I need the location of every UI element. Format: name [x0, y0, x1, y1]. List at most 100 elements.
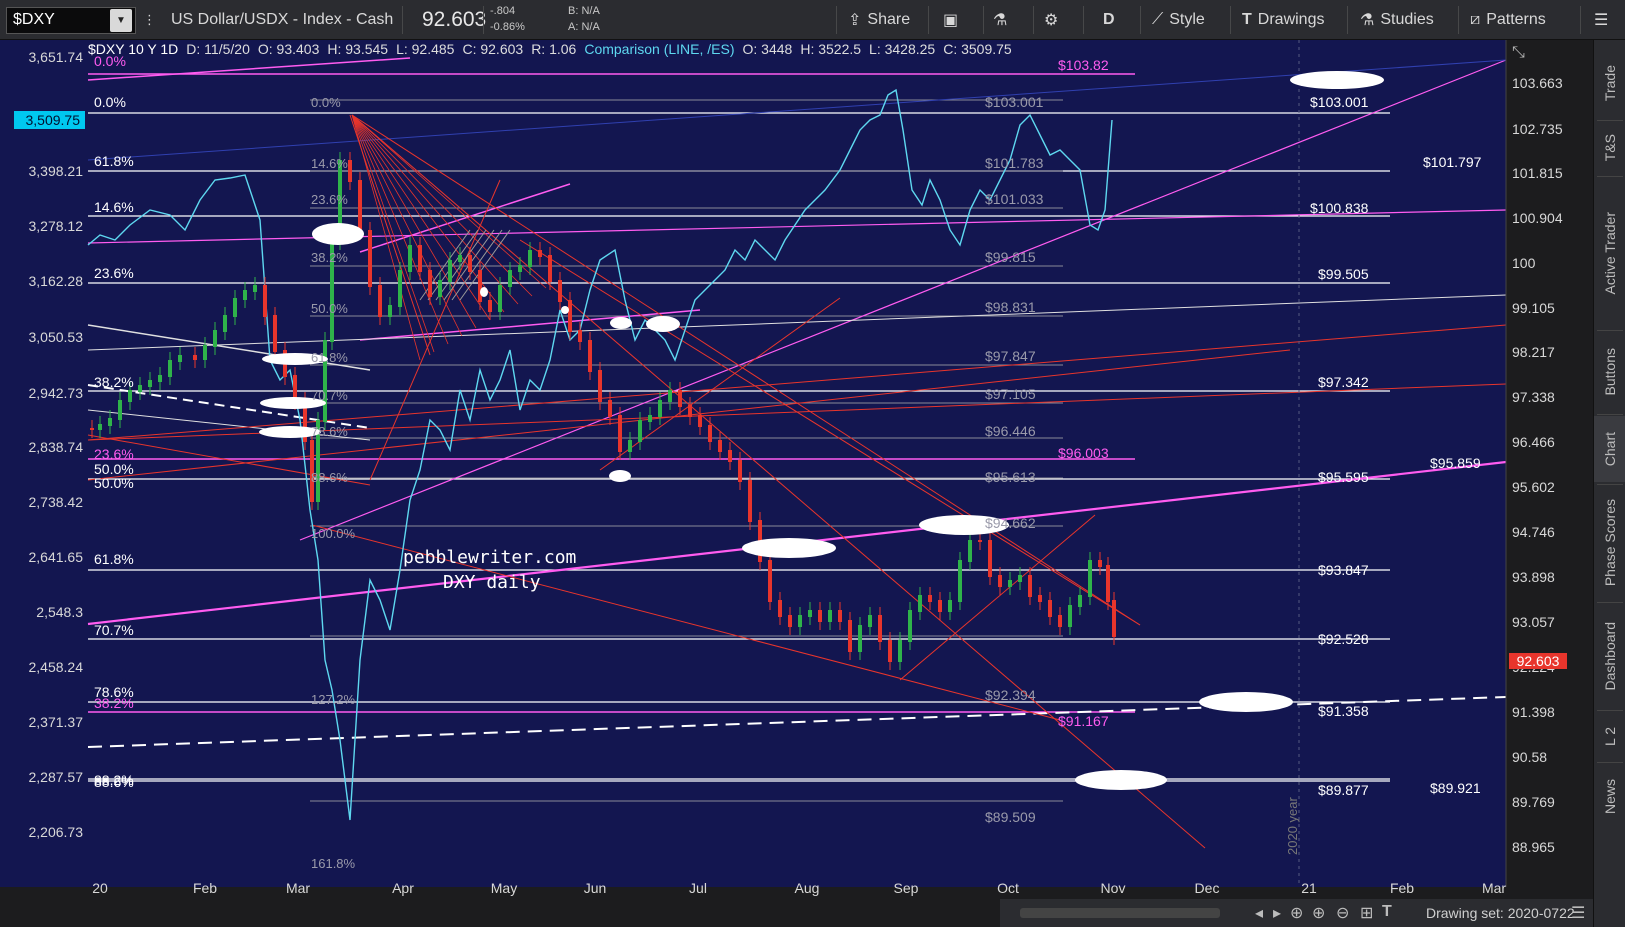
candle-body	[798, 615, 802, 627]
candle-body	[1028, 575, 1032, 597]
fib-label-left: 23.6%	[94, 446, 134, 462]
flask-button[interactable]: ⚗	[993, 0, 1007, 40]
camera-icon: ▣	[943, 12, 959, 29]
snapshot-button[interactable]: ▣	[943, 0, 958, 40]
legend-low: L: 92.485	[396, 41, 455, 57]
fib-label-mid: 0.0%	[311, 95, 341, 110]
watermark: pebblewriter.com DXY daily	[403, 545, 576, 595]
style-button[interactable]: ⟋ Style	[1152, 0, 1205, 40]
fib-price-label: $97.847	[985, 348, 1036, 364]
drawing-set-menu-icon[interactable]: ☰	[1571, 903, 1585, 923]
right-axis-tick: 94.746	[1512, 524, 1555, 540]
candle-body	[408, 245, 412, 272]
fib-label-mid: 23.6%	[311, 192, 348, 207]
crosshair-icon[interactable]: ⊕	[1290, 903, 1303, 923]
highlight-ellipse	[742, 538, 836, 558]
symbol-dropdown-icon[interactable]: ▼	[110, 9, 132, 32]
text-t-icon: T	[1242, 11, 1252, 28]
right-rail: Trade T&S Active Trader Buttons Chart Ph…	[1593, 40, 1625, 927]
legend-comparison: Comparison (LINE, /ES)	[584, 41, 735, 57]
tab-level2[interactable]: L 2	[1594, 712, 1625, 760]
candle-body	[618, 415, 622, 452]
highlight-ellipse	[610, 317, 632, 329]
drawings-button[interactable]: T Drawings	[1242, 0, 1324, 40]
plot-background	[88, 40, 1506, 887]
tab-active-trader[interactable]: Active Trader	[1594, 178, 1625, 328]
zoom-out-icon[interactable]: ⊖	[1336, 903, 1349, 923]
tab-trade[interactable]: Trade	[1594, 48, 1625, 118]
magenta-price-label: $91.167	[1058, 713, 1109, 729]
fib-label-left: 61.8%	[94, 153, 134, 169]
candle-body	[558, 280, 562, 302]
studies-button[interactable]: ⚗ Studies	[1360, 0, 1434, 40]
change-abs: -.804	[490, 5, 516, 17]
candle-body	[588, 340, 592, 372]
fib-label-left: 88.2%	[94, 772, 134, 788]
share-button[interactable]: ⇪ Share	[848, 0, 910, 40]
candle-body	[958, 560, 962, 602]
settings-button[interactable]: ⚙	[1044, 0, 1058, 40]
tab-time-sales[interactable]: T&S	[1594, 122, 1625, 174]
candle-body	[273, 315, 277, 352]
cursor-icon[interactable]: ⊞	[1360, 903, 1373, 923]
zoom-in-icon[interactable]: ⊕	[1312, 903, 1325, 923]
bid-value: B: N/A	[568, 5, 600, 17]
candle-body	[118, 400, 122, 420]
candle-body	[263, 285, 267, 317]
candle-body	[1088, 560, 1092, 597]
candle-body	[468, 255, 472, 272]
instrument-title: US Dollar/USDX - Index - Cash	[171, 11, 394, 28]
candle-body	[448, 260, 452, 282]
highlight-ellipse	[561, 306, 569, 314]
candle-body	[518, 265, 522, 272]
chart-area[interactable]: 0.0% 0.0% 61.8% 14.6% 23.6% 38.2% 23.6% 50.0% 50…	[0, 40, 1593, 927]
text-tool-icon[interactable]: T	[1382, 903, 1392, 921]
candle-body	[1048, 600, 1052, 617]
legend-high: H: 93.545	[327, 41, 389, 57]
candle-body	[698, 415, 702, 427]
candle-body	[398, 270, 402, 307]
candle-body	[388, 305, 392, 317]
period-button[interactable]: D	[1103, 0, 1115, 40]
fib-price-label: $98.831	[985, 299, 1036, 315]
collapse-icon[interactable]: ⤡	[1512, 44, 1525, 62]
candle-body	[878, 615, 882, 642]
tab-buttons[interactable]: Buttons	[1594, 332, 1625, 412]
right-axis-tick: 96.466	[1512, 434, 1555, 450]
candle-body	[838, 610, 842, 622]
scroll-right-icon[interactable]: ▸	[1273, 903, 1281, 923]
candle-body	[428, 270, 432, 297]
chart-scrollbar[interactable]	[1020, 908, 1220, 918]
right-axis-tick: 102.735	[1512, 121, 1563, 137]
candle-body	[818, 610, 822, 622]
candle-body	[648, 415, 652, 422]
legend-open: O: 93.403	[257, 41, 320, 57]
candle-body	[828, 610, 832, 622]
tab-chart[interactable]: Chart	[1594, 416, 1625, 482]
legend-cmp-open: O: 3448	[742, 41, 793, 57]
right-axis-tick: 99.105	[1512, 300, 1555, 316]
level-price-label: $100.838	[1310, 200, 1369, 216]
fib-label-mid: 88.6%	[311, 470, 348, 485]
patterns-button[interactable]: ⧄ Patterns	[1470, 0, 1546, 40]
candle-body	[458, 255, 462, 262]
magenta-price-label: $96.003	[1058, 445, 1109, 461]
link-icon[interactable]: ⋮	[143, 0, 156, 40]
candle-body	[868, 615, 872, 627]
x-axis-tick: Sep	[894, 880, 919, 896]
legend-study: $DXY 10 Y 1D	[88, 41, 179, 57]
tab-dashboard[interactable]: Dashboard	[1594, 604, 1625, 708]
watermark-line2: DXY daily	[443, 572, 541, 593]
tab-phase-scores[interactable]: Phase Scores	[1594, 486, 1625, 600]
app-window: $DXY ▼ ⋮ US Dollar/USDX - Index - Cash 9…	[0, 0, 1625, 927]
candle-body	[1008, 580, 1012, 587]
legend-cmp-high: H: 3522.5	[800, 41, 862, 57]
candle-body	[1112, 600, 1116, 637]
year-marker-label: 2020 year	[1285, 797, 1300, 855]
right-axis-tick: 93.057	[1512, 614, 1555, 630]
tab-news[interactable]: News	[1594, 764, 1625, 830]
price-chart[interactable]: 0.0% 0.0% 61.8% 14.6% 23.6% 38.2% 23.6% 50.0% 50…	[0, 40, 1593, 927]
scroll-left-icon[interactable]: ◂	[1255, 903, 1263, 923]
menu-icon[interactable]: ☰	[1594, 0, 1608, 40]
candle-body	[718, 440, 722, 452]
